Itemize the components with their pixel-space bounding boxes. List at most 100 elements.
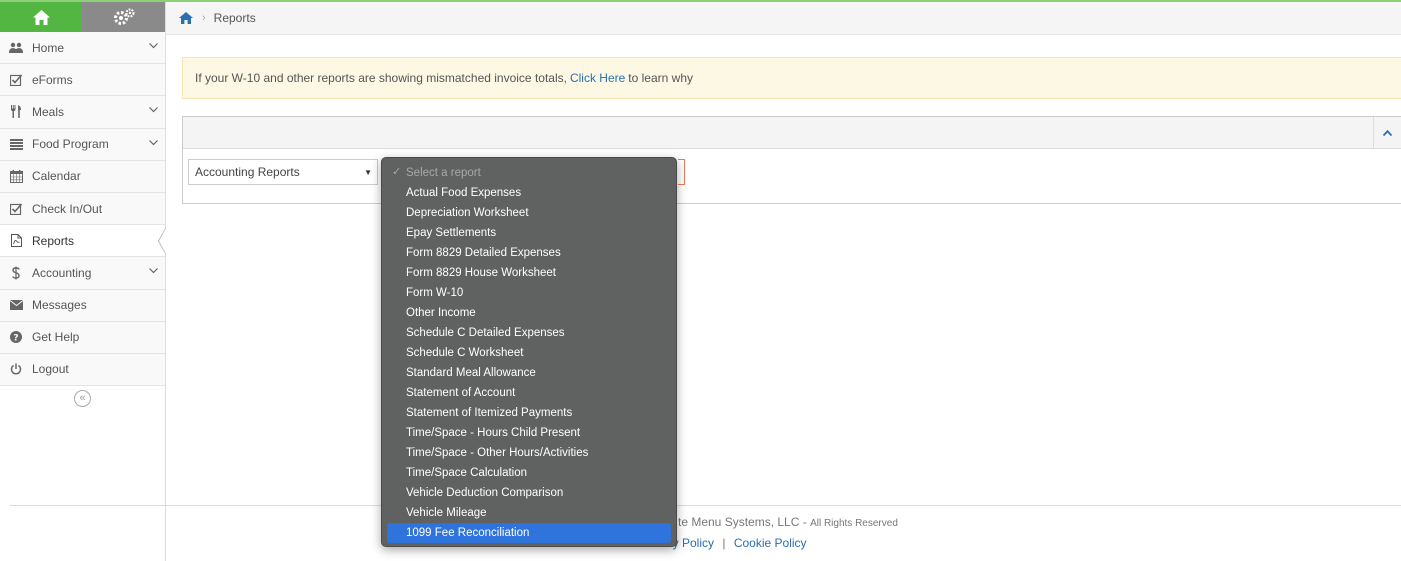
alert-text-before: If your W-10 and other reports are showi…	[195, 71, 567, 85]
sidebar-collapse: «	[0, 386, 165, 410]
option-label: Schedule C Worksheet	[406, 347, 524, 359]
sidebar-item-label: Check In/Out	[32, 201, 103, 216]
dropdown-option[interactable]: Form W-10	[382, 283, 676, 303]
sidebar-item-label: Reports	[32, 233, 75, 248]
sidebar-item-eforms[interactable]: eForms	[0, 64, 165, 97]
report-select-dropdown: ✓ Select a report Actual Food Expenses De…	[381, 157, 677, 547]
sidebar-item-reports[interactable]: Reports	[0, 225, 166, 258]
home-icon[interactable]	[179, 12, 193, 24]
dropdown-option[interactable]: Schedule C Detailed Expenses	[382, 323, 676, 343]
sidebar-item-accounting[interactable]: Accounting	[0, 257, 165, 290]
dropdown-arrow-icon: ▼	[364, 168, 372, 177]
sidebar-item-get-help[interactable]: ? Get Help	[0, 321, 165, 354]
chevron-down-icon	[149, 139, 158, 145]
dropdown-option[interactable]: Time/Space Calculation	[382, 463, 676, 483]
option-label: Form 8829 Detailed Expenses	[406, 247, 561, 259]
list-icon	[9, 137, 23, 151]
option-label: Actual Food Expenses	[406, 187, 522, 199]
checkmark-icon: ✓	[392, 166, 402, 178]
option-label: Form W-10	[406, 287, 464, 299]
dropdown-option[interactable]: Vehicle Deduction Comparison	[382, 483, 676, 503]
dropdown-option[interactable]: Schedule C Worksheet	[382, 343, 676, 363]
option-label: Depreciation Worksheet	[406, 207, 529, 219]
copyright-text: te Menu Systems, LLC -	[678, 515, 807, 529]
alert-text-after: to learn why	[628, 71, 693, 85]
settings-shortcut-button[interactable]	[82, 2, 165, 32]
users-icon	[9, 41, 23, 55]
sidebar-item-home[interactable]: Home	[0, 32, 165, 65]
dropdown-option[interactable]: Form 8829 Detailed Expenses	[382, 243, 676, 263]
sidebar-item-messages[interactable]: Messages	[0, 289, 165, 322]
sidebar-item-label: Food Program	[32, 137, 109, 152]
active-indicator-inner	[159, 228, 166, 255]
dropdown-option[interactable]: Time/Space - Hours Child Present	[382, 423, 676, 443]
report-select-edge[interactable]	[678, 159, 685, 185]
dropdown-option[interactable]: Vehicle Mileage	[382, 503, 676, 523]
dropdown-option[interactable]: 1099 Fee Reconciliation	[387, 523, 671, 543]
cookie-policy-link[interactable]: Cookie Policy	[734, 536, 807, 550]
sidebar-item-logout[interactable]: Logout	[0, 353, 165, 387]
envelope-icon	[9, 298, 23, 312]
option-label: Select a report	[406, 167, 481, 179]
breadcrumb-current: Reports	[213, 11, 256, 25]
checkbox-icon	[9, 202, 23, 216]
collapse-sidebar-button[interactable]: «	[74, 389, 91, 407]
dropdown-option[interactable]: Form 8829 House Worksheet	[382, 263, 676, 283]
sidebar-item-check-in-out[interactable]: Check In/Out	[0, 192, 165, 226]
svg-text:?: ?	[13, 334, 18, 344]
widget-collapse-button[interactable]	[1373, 117, 1401, 148]
sidebar-item-food-program[interactable]: Food Program	[0, 128, 165, 161]
option-label: Other Income	[406, 307, 476, 319]
option-label: Statement of Itemized Payments	[406, 407, 573, 419]
mismatch-alert: If your W-10 and other reports are showi…	[182, 57, 1401, 99]
report-filter-widget: Accounting Reports ▼	[182, 116, 1401, 204]
pdf-file-icon	[9, 234, 23, 248]
sidebar-item-meals[interactable]: Meals	[0, 96, 165, 129]
dropdown-option[interactable]: Time/Space - Other Hours/Activities	[382, 443, 676, 463]
option-label: Form 8829 House Worksheet	[406, 267, 556, 279]
dropdown-option[interactable]: Statement of Account	[382, 383, 676, 403]
sidebar-item-label: Messages	[32, 298, 87, 313]
widget-header	[183, 117, 1401, 149]
footer-divider	[10, 505, 1401, 506]
home-shortcut-button[interactable]	[0, 2, 82, 32]
option-label: Epay Settlements	[406, 227, 497, 239]
option-label: Time/Space - Other Hours/Activities	[406, 447, 589, 459]
sidebar-item-label: eForms	[32, 72, 73, 87]
sidebar-item-label: Accounting	[32, 265, 92, 280]
sidebar-menu: Home eForms Meals Food Program Calendar …	[0, 32, 166, 387]
footer-copyright: te Menu Systems, LLC - All Rights Reserv…	[678, 515, 898, 529]
chevron-down-icon	[149, 107, 158, 113]
gears-icon	[113, 8, 134, 25]
dropdown-option-placeholder[interactable]: ✓ Select a report	[382, 163, 676, 183]
question-icon: ?	[9, 330, 23, 344]
breadcrumb: › Reports	[166, 2, 1401, 35]
checkbox-icon	[9, 73, 23, 87]
sidebar-item-calendar[interactable]: Calendar	[0, 160, 165, 193]
option-label: Statement of Account	[406, 387, 516, 399]
dropdown-option[interactable]: Statement of Itemized Payments	[382, 403, 676, 423]
dropdown-options: Actual Food Expenses Depreciation Workshe…	[382, 183, 676, 543]
alert-click-here-link[interactable]: Click Here	[570, 71, 625, 85]
option-label: Time/Space - Hours Child Present	[406, 427, 581, 439]
utensils-icon	[9, 105, 23, 119]
calendar-icon	[9, 169, 23, 183]
sidebar-item-label: Logout	[32, 362, 69, 377]
option-label: Standard Meal Allowance	[406, 367, 536, 379]
double-chevron-left-icon: «	[79, 391, 86, 404]
dropdown-option[interactable]: Depreciation Worksheet	[382, 203, 676, 223]
option-label: Time/Space Calculation	[406, 467, 528, 479]
option-label: 1099 Fee Reconciliation	[406, 527, 530, 539]
footer-separator: |	[722, 536, 726, 550]
sidebar: Home eForms Meals Food Program Calendar …	[0, 2, 166, 561]
dropdown-option[interactable]: Standard Meal Allowance	[382, 363, 676, 383]
dropdown-option[interactable]: Epay Settlements	[382, 223, 676, 243]
power-icon	[9, 362, 23, 376]
dropdown-option[interactable]: Other Income	[382, 303, 676, 323]
dollar-icon	[9, 266, 23, 280]
home-icon	[32, 9, 50, 25]
dropdown-option[interactable]: Actual Food Expenses	[382, 183, 676, 203]
chevron-up-icon	[1383, 129, 1392, 136]
report-category-select[interactable]: Accounting Reports ▼	[188, 159, 378, 185]
sidebar-item-label: Home	[32, 40, 65, 55]
